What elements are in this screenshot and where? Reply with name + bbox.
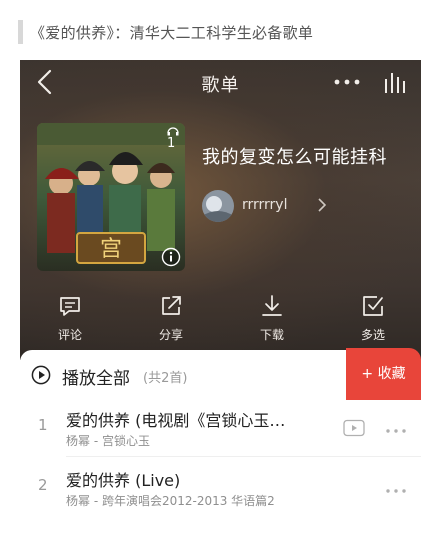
multiselect-button[interactable]: 多选	[343, 294, 403, 346]
playlist-cover[interactable]: 宫 1	[37, 123, 185, 271]
play-all-label: 播放全部	[62, 369, 130, 389]
chevron-right-icon	[318, 198, 327, 216]
page-caption: 《爱的供养》：清华大二工科学生必备歌单	[30, 24, 314, 42]
share-button[interactable]: 分享	[141, 294, 201, 346]
svg-text:宫: 宫	[100, 237, 122, 262]
equalizer-bars-icon[interactable]	[383, 69, 409, 95]
song-list-panel: 播放全部 (共2首) + 收藏 1 爱的供养 (电视剧《宫锁心玉… 杨幂 - 宫…	[20, 348, 421, 556]
song-subtitle: 杨幂 - 宫锁心玉	[66, 434, 150, 448]
caption-accent-bar	[18, 20, 23, 44]
avatar	[202, 190, 234, 222]
more-dots-icon[interactable]	[333, 72, 361, 92]
download-button[interactable]: 下载	[242, 294, 302, 346]
play-circle-icon	[31, 365, 51, 385]
song-row[interactable]: 2 爱的供养 (Live) 杨幂 - 跨年演唱会2012-2013 华语篇2	[20, 462, 421, 514]
song-index: 1	[38, 416, 48, 434]
mv-icon[interactable]	[343, 419, 365, 437]
row-divider	[66, 456, 421, 457]
download-icon	[260, 294, 284, 318]
collect-button[interactable]: + 收藏	[346, 348, 421, 400]
more-dots-icon[interactable]	[384, 482, 408, 494]
more-dots-icon[interactable]	[384, 422, 408, 434]
multiselect-icon	[361, 294, 385, 318]
download-label: 下载	[259, 328, 284, 342]
comment-icon	[58, 294, 82, 318]
share-icon	[159, 294, 183, 318]
song-title: 爱的供养 (电视剧《宫锁心玉…	[66, 411, 286, 430]
creator-name: rrrrrryl	[242, 197, 288, 213]
song-row[interactable]: 1 爱的供养 (电视剧《宫锁心玉… 杨幂 - 宫锁心玉	[20, 402, 421, 454]
info-icon[interactable]	[161, 247, 181, 267]
playlist-title: 我的复变怎么可能挂科	[202, 147, 387, 168]
song-index: 2	[38, 476, 48, 494]
song-title: 爱的供养 (Live)	[66, 471, 181, 490]
play-count-value: 1	[167, 136, 176, 151]
play-count: 1	[167, 125, 179, 151]
song-count: (共2首)	[143, 371, 188, 386]
action-bar: 评论 分享 下载 多选	[20, 294, 421, 346]
playlist-screen: 歌单 宫 1 我的复变怎么可能挂科 rrrrrryl 评论 分享 下载 多选 播…	[20, 60, 421, 556]
song-subtitle: 杨幂 - 跨年演唱会2012-2013 华语篇2	[66, 494, 275, 508]
comment-label: 评论	[57, 328, 82, 342]
share-label: 分享	[158, 328, 183, 342]
comment-button[interactable]: 评论	[40, 294, 100, 346]
multiselect-label: 多选	[360, 328, 385, 342]
top-navigation: 歌单	[20, 60, 421, 106]
